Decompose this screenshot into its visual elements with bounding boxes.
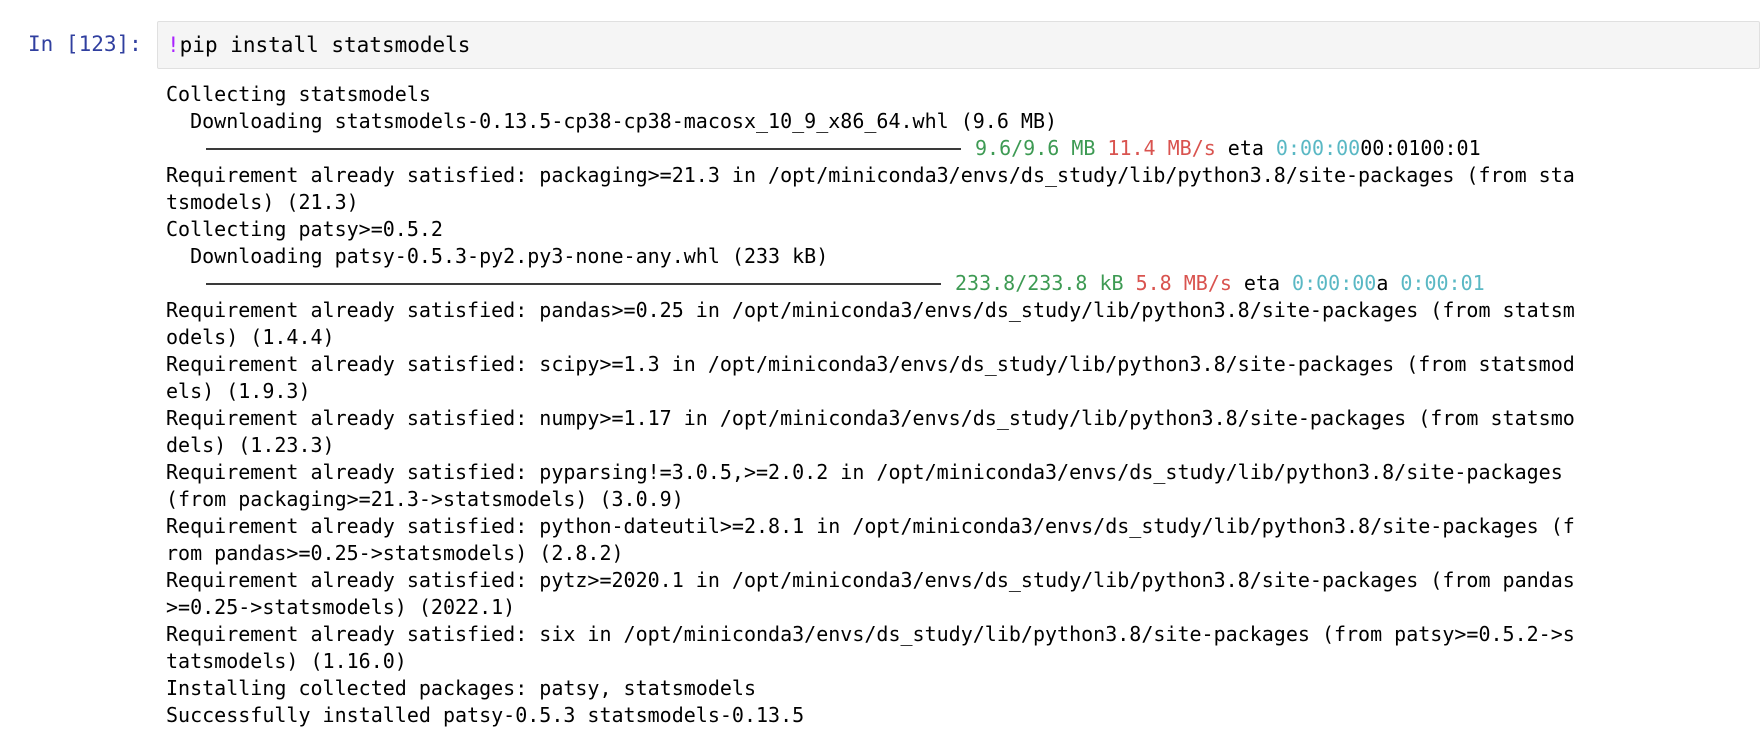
- cell-output: Collecting statsmodels Downloading stats…: [166, 81, 1751, 729]
- output-line: Requirement already satisfied: six in /o…: [166, 622, 1575, 646]
- output-line: Collecting statsmodels: [166, 82, 431, 106]
- progress-eta-label: eta: [1227, 136, 1264, 160]
- progress-eta-time: 0:00:00: [1275, 136, 1361, 160]
- output-line: Collecting patsy>=0.5.2: [166, 217, 443, 241]
- output-line: Requirement already satisfied: scipy>=1.…: [166, 352, 1575, 376]
- shell-command: pip install statsmodels: [179, 33, 471, 57]
- code-line[interactable]: !pip install statsmodels: [167, 33, 470, 57]
- cell-prompt: In [123]:: [28, 32, 142, 56]
- output-line: Downloading patsy-0.5.3-py2.py3-none-any…: [166, 244, 829, 268]
- output-line: Requirement already satisfied: pandas>=0…: [166, 298, 1575, 322]
- output-line: rom pandas>=0.25->statsmodels) (2.8.2): [166, 541, 624, 565]
- output-line: dels) (1.23.3): [166, 433, 335, 457]
- output-line: (from packaging>=21.3->statsmodels) (3.0…: [166, 487, 684, 511]
- output-line: Requirement already satisfied: pytz>=202…: [166, 568, 1575, 592]
- progress-eta-time-2: 0:00:01: [1400, 271, 1485, 295]
- progress-eta-label: eta: [1243, 271, 1281, 295]
- output-line: Requirement already satisfied: numpy>=1.…: [166, 406, 1575, 430]
- output-line: Installing collected packages: patsy, st…: [166, 676, 757, 700]
- progress-eta-mid: a: [1376, 271, 1389, 295]
- progress-speed: 11.4 MB/s: [1107, 136, 1216, 160]
- output-line: Successfully installed patsy-0.5.3 stats…: [166, 703, 805, 727]
- output-line: Downloading statsmodels-0.13.5-cp38-cp38…: [166, 109, 1058, 133]
- shell-bang: !: [167, 33, 180, 57]
- progress-speed: 5.8 MB/s: [1135, 271, 1232, 295]
- progress-size: 233.8/233.8 kB: [955, 271, 1124, 295]
- output-line: tsmodels) (21.3): [166, 190, 359, 214]
- notebook-code-cell[interactable]: In [123]: !pip install statsmodels Colle…: [0, 0, 1762, 732]
- output-line: odels) (1.4.4): [166, 325, 335, 349]
- download-progress-patsy: 233.8/233.8 kB 5.8 MB/s eta 0:00:00 a 0:0…: [166, 270, 1751, 297]
- output-line: >=0.25->statsmodels) (2022.1): [166, 595, 516, 619]
- progress-eta-time: 0:00:00: [1292, 271, 1377, 295]
- progress-bar: [206, 282, 941, 285]
- progress-bar: [206, 147, 961, 150]
- progress-eta-rest: 00:0100:01: [1360, 136, 1481, 160]
- cell-input-editor[interactable]: !pip install statsmodels: [157, 21, 1760, 69]
- output-line: els) (1.9.3): [166, 379, 311, 403]
- download-progress-statsmodels: 9.6/9.6 MB 11.4 MB/s eta 0:00:00 00:0100:…: [166, 135, 1751, 162]
- output-line: Requirement already satisfied: pyparsing…: [166, 460, 1563, 484]
- output-line: tatsmodels) (1.16.0): [166, 649, 407, 673]
- progress-size: 9.6/9.6 MB: [975, 136, 1096, 160]
- output-line: Requirement already satisfied: packaging…: [166, 163, 1575, 187]
- output-line: Requirement already satisfied: python-da…: [166, 514, 1575, 538]
